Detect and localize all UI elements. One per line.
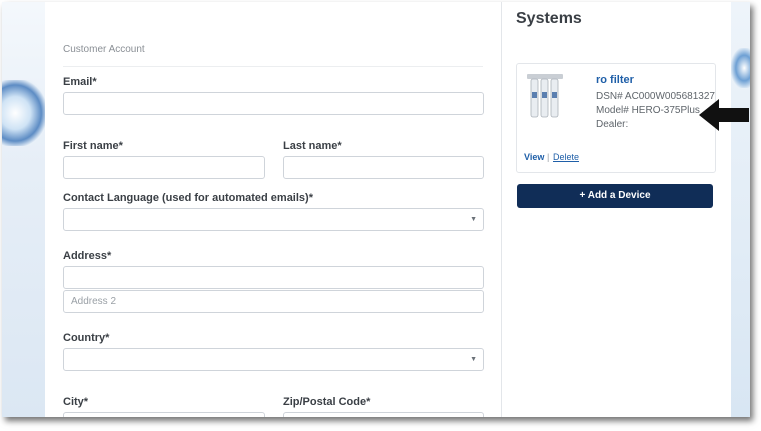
device-card: ro filter DSN# AC000W005681327 Model# HE… bbox=[516, 63, 716, 173]
last-name-label: Last name* bbox=[283, 140, 342, 152]
contact-language-select[interactable]: ▼ bbox=[63, 208, 484, 231]
water-splash-image-right bbox=[731, 48, 750, 88]
arrow-left-icon bbox=[699, 99, 749, 131]
device-model: Model# HERO-375Plus bbox=[596, 105, 700, 116]
browser-frame: Customer Account Email* First name* Last… bbox=[2, 2, 750, 417]
ro-filter-image bbox=[527, 74, 563, 118]
email-label: Email* bbox=[63, 76, 97, 88]
address-2-field[interactable]: Address 2 bbox=[63, 290, 484, 313]
section-label: Customer Account bbox=[63, 44, 145, 55]
city-field[interactable] bbox=[63, 412, 265, 417]
zip-label: Zip/Postal Code* bbox=[283, 396, 371, 408]
background-left bbox=[2, 2, 45, 417]
first-name-field[interactable] bbox=[63, 156, 265, 179]
divider bbox=[63, 66, 483, 67]
last-name-field[interactable] bbox=[283, 156, 484, 179]
city-label: City* bbox=[63, 396, 89, 408]
systems-panel: Systems ro filter DSN# AC000W005681327 M… bbox=[502, 2, 731, 417]
address-field[interactable] bbox=[63, 266, 484, 289]
chevron-down-icon: ▼ bbox=[470, 216, 477, 223]
add-device-button[interactable]: + Add a Device bbox=[517, 184, 713, 208]
view-link[interactable]: View bbox=[524, 152, 544, 162]
delete-link[interactable]: Delete bbox=[553, 152, 579, 162]
zip-field[interactable] bbox=[283, 412, 484, 417]
link-separator: | bbox=[547, 152, 550, 162]
email-field[interactable] bbox=[63, 92, 484, 115]
address-label: Address* bbox=[63, 250, 112, 262]
device-dsn: DSN# AC000W005681327 bbox=[596, 91, 715, 102]
country-select[interactable]: ▼ bbox=[63, 348, 484, 371]
address-2-placeholder: Address 2 bbox=[71, 296, 117, 307]
water-splash-image bbox=[2, 80, 46, 146]
systems-title: Systems bbox=[516, 10, 582, 27]
contact-language-label: Contact Language (used for automated ema… bbox=[63, 192, 313, 204]
chevron-down-icon: ▼ bbox=[470, 356, 477, 363]
first-name-label: First name* bbox=[63, 140, 123, 152]
customer-account-form: Customer Account Email* First name* Last… bbox=[45, 2, 502, 417]
device-dealer: Dealer: bbox=[596, 119, 629, 130]
device-name[interactable]: ro filter bbox=[596, 74, 634, 86]
country-label: Country* bbox=[63, 332, 110, 344]
